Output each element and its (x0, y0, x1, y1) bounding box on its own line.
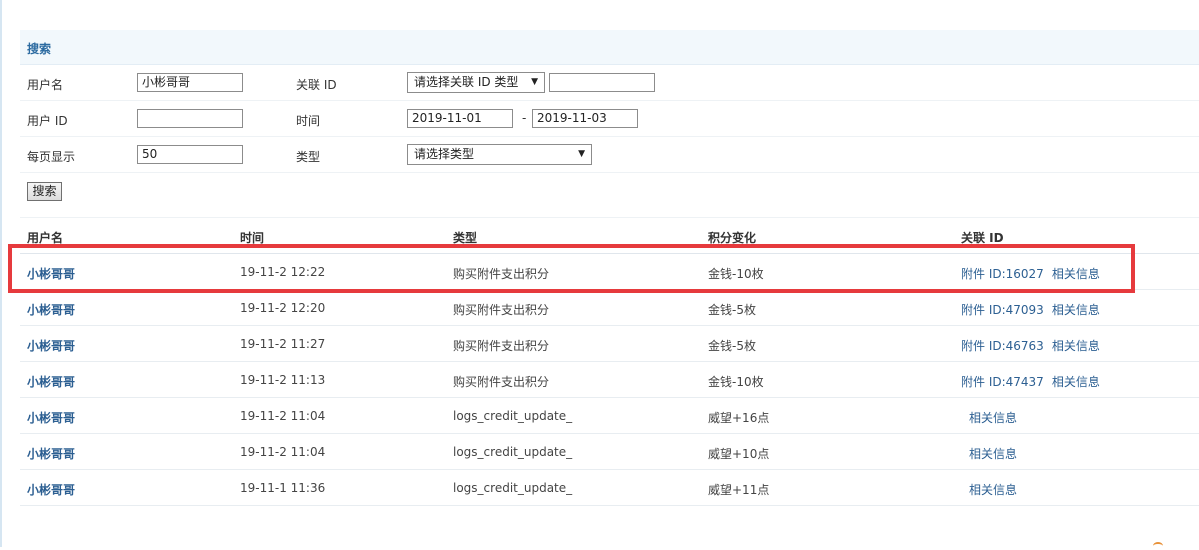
username-input[interactable]: 小彬哥哥 (137, 73, 243, 92)
highlight-box (8, 244, 1135, 293)
row-relation: 附件 ID:47093 相关信息 (961, 301, 1100, 318)
related-info-link[interactable]: 相关信息 (969, 483, 1017, 497)
search-button[interactable]: 搜索 (27, 182, 62, 201)
chevron-down-icon: ▼ (531, 77, 538, 87)
row-username-link[interactable]: 小彬哥哥 (27, 481, 75, 498)
time-from-input[interactable]: 2019-11-01 (407, 109, 513, 128)
related-info-link[interactable]: 相关信息 (969, 411, 1017, 425)
row-type: 购买附件支出积分 (453, 303, 550, 317)
row-type: logs_credit_update_ (453, 445, 573, 459)
attachment-id-link[interactable]: 附件 ID:47093 (961, 303, 1044, 317)
table-row: 小彬哥哥 19-11-1 11:36 logs_credit_update_ 威… (20, 470, 1199, 506)
row-time: 19-11-2 11:04 (240, 409, 326, 423)
row-relation: 附件 ID:47437 相关信息 (961, 373, 1100, 390)
table-row: 小彬哥哥 19-11-2 11:27 购买附件支出积分 金钱-5枚 附件 ID:… (20, 326, 1199, 362)
row-relation: 相关信息 (969, 481, 1017, 498)
row-time: 19-11-1 11:36 (240, 481, 326, 495)
row-relation: 附件 ID:46763 相关信息 (961, 337, 1100, 354)
table-row: 小彬哥哥 19-11-2 12:20 购买附件支出积分 金钱-5枚 附件 ID:… (20, 290, 1199, 326)
row-username-link[interactable]: 小彬哥哥 (27, 409, 75, 426)
row-credit: 金钱-5枚 (708, 303, 756, 317)
row-credit: 威望+10点 (708, 447, 770, 461)
row-type: logs_credit_update_ (453, 409, 573, 423)
table-row: 小彬哥哥 19-11-2 11:13 购买附件支出积分 金钱-10枚 附件 ID… (20, 362, 1199, 398)
username-label: 用户名 (27, 78, 64, 92)
type-select[interactable]: 请选择类型 ▼ (407, 144, 592, 165)
search-title: 搜索 (27, 42, 52, 56)
relation-id-label: 关联 ID (296, 78, 337, 92)
type-select-value: 请选择类型 (414, 147, 475, 161)
corner-mark (1153, 542, 1163, 550)
row-divider (20, 217, 1199, 218)
search-header: 搜索 (20, 30, 1199, 65)
related-info-link[interactable]: 相关信息 (969, 447, 1017, 461)
row-username-link[interactable]: 小彬哥哥 (27, 373, 75, 390)
row-time: 19-11-2 11:13 (240, 373, 326, 387)
user-id-input[interactable] (137, 109, 243, 128)
left-border (0, 0, 2, 547)
user-id-label: 用户 ID (27, 114, 68, 128)
row-credit: 威望+16点 (708, 411, 770, 425)
time-separator: - (522, 111, 527, 125)
row-divider (20, 136, 1199, 137)
row-username-link[interactable]: 小彬哥哥 (27, 301, 75, 318)
per-page-input[interactable]: 50 (137, 145, 243, 164)
relation-type-select[interactable]: 请选择关联 ID 类型 ▼ (407, 72, 545, 93)
row-credit: 金钱-5枚 (708, 339, 756, 353)
row-credit: 威望+11点 (708, 483, 770, 497)
chevron-down-icon: ▼ (578, 149, 585, 159)
row-divider (20, 172, 1199, 173)
row-username-link[interactable]: 小彬哥哥 (27, 445, 75, 462)
table-row: 小彬哥哥 19-11-2 11:04 logs_credit_update_ 威… (20, 398, 1199, 434)
row-credit: 金钱-10枚 (708, 375, 764, 389)
relation-type-select-value: 请选择关联 ID 类型 (414, 75, 519, 89)
row-type: logs_credit_update_ (453, 481, 573, 495)
row-type: 购买附件支出积分 (453, 339, 550, 353)
per-page-label: 每页显示 (27, 150, 76, 164)
attachment-id-link[interactable]: 附件 ID:47437 (961, 375, 1044, 389)
time-label: 时间 (296, 114, 321, 128)
row-username-link[interactable]: 小彬哥哥 (27, 337, 75, 354)
row-relation: 相关信息 (969, 445, 1017, 462)
row-relation: 相关信息 (969, 409, 1017, 426)
row-time: 19-11-2 11:27 (240, 337, 326, 351)
related-info-link[interactable]: 相关信息 (1052, 303, 1100, 317)
time-to-input[interactable]: 2019-11-03 (532, 109, 638, 128)
relation-id-input[interactable] (549, 73, 655, 92)
related-info-link[interactable]: 相关信息 (1052, 375, 1100, 389)
row-time: 19-11-2 11:04 (240, 445, 326, 459)
type-label: 类型 (296, 150, 321, 164)
table-row: 小彬哥哥 19-11-2 11:04 logs_credit_update_ 威… (20, 434, 1199, 470)
row-type: 购买附件支出积分 (453, 375, 550, 389)
row-divider (20, 100, 1199, 101)
attachment-id-link[interactable]: 附件 ID:46763 (961, 339, 1044, 353)
related-info-link[interactable]: 相关信息 (1052, 339, 1100, 353)
row-time: 19-11-2 12:20 (240, 301, 326, 315)
